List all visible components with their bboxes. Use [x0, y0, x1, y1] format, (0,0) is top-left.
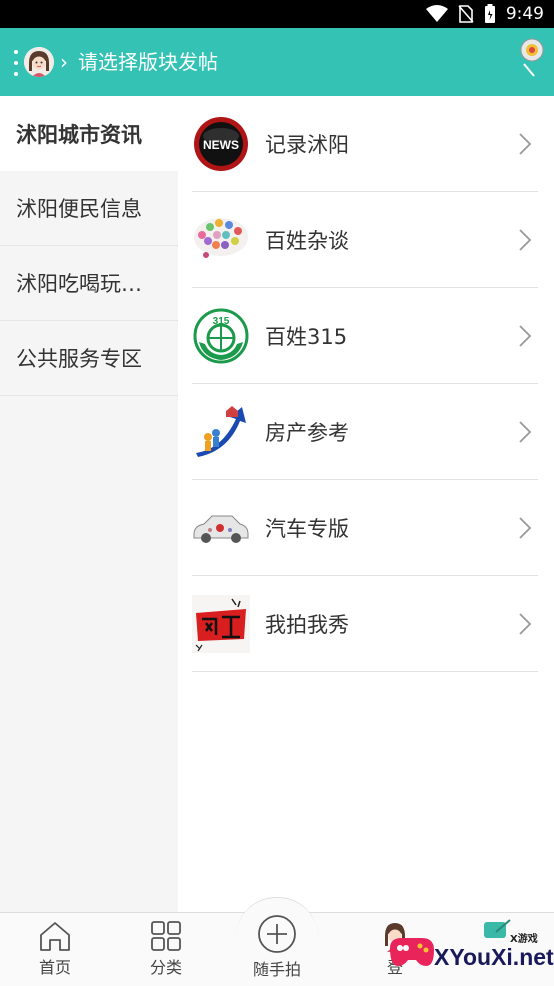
nav-category-label: 分类 — [149, 958, 182, 977]
board-list: NEWS 记录沭阳 百姓杂谈 315 百姓315 房产参考 汽车专版 我拍我秀 — [192, 96, 538, 672]
plus-circle-icon — [258, 915, 296, 953]
chevron-right-icon — [519, 421, 532, 443]
home-icon — [40, 922, 70, 951]
page-title: 请选择版块发帖 — [78, 50, 218, 74]
board-label: 百姓杂谈 — [265, 228, 349, 253]
grid-icon — [151, 921, 181, 951]
nav-snap[interactable]: 随手拍 — [232, 914, 322, 980]
location-pin-icon[interactable] — [518, 38, 546, 78]
nav-snap-label: 随手拍 — [252, 960, 301, 979]
house-arrow-icon — [192, 403, 250, 461]
sidebar-item-food-fun[interactable]: 沭阳吃喝玩… — [0, 246, 178, 321]
board-label: 记录沭阳 — [265, 132, 349, 157]
news-icon: NEWS — [192, 115, 250, 173]
watermark: X游戏 XYouXi.net — [386, 918, 554, 978]
sidebar-item-label: 沭阳吃喝玩… — [16, 272, 142, 296]
board-row-real-estate[interactable]: 房产参考 — [192, 384, 538, 480]
board-label: 汽车专版 — [265, 516, 349, 541]
sidebar-item-city-news[interactable]: 沭阳城市资讯 — [0, 96, 178, 171]
category-sidebar: 沭阳城市资讯 沭阳便民信息 沭阳吃喝玩… 公共服务专区 — [0, 96, 178, 913]
speech-bubble-icon — [192, 211, 250, 269]
board-label: 我拍我秀 — [265, 612, 349, 637]
wanghong-icon — [192, 594, 250, 653]
gamepad-logo-icon — [390, 938, 434, 966]
board-row-people-315[interactable]: 315 百姓315 — [192, 288, 538, 384]
board-row-auto[interactable]: 汽车专版 — [192, 480, 538, 576]
chevron-right-icon — [519, 517, 532, 539]
consumer-315-icon: 315 — [192, 307, 250, 365]
wifi-icon — [425, 5, 448, 22]
menu-dots-icon[interactable] — [14, 50, 20, 76]
sidebar-item-label: 公共服务专区 — [16, 347, 142, 371]
board-row-record-shuyang[interactable]: NEWS 记录沭阳 — [192, 96, 538, 192]
svg-text:315: 315 — [213, 316, 230, 327]
avatar[interactable] — [24, 47, 54, 77]
pencil-icon — [484, 919, 511, 938]
svg-text:NEWS: NEWS — [203, 138, 239, 152]
app-header: › 请选择版块发帖 — [0, 28, 554, 96]
car-icon — [192, 499, 250, 557]
sidebar-item-label: 沭阳便民信息 — [16, 197, 142, 221]
chevron-right-icon — [519, 325, 532, 347]
watermark-text: XYouXi.net — [434, 944, 554, 970]
chevron-right-icon — [519, 229, 532, 251]
board-label: 房产参考 — [265, 420, 349, 445]
board-label: 百姓315 — [265, 324, 348, 349]
board-row-people-chat[interactable]: 百姓杂谈 — [192, 192, 538, 288]
nav-category[interactable]: 分类 — [121, 920, 211, 978]
no-sim-icon — [458, 5, 474, 23]
clock: 9:49 — [505, 4, 544, 24]
sidebar-item-public-service[interactable]: 公共服务专区 — [0, 321, 178, 396]
sidebar-item-convenience-info[interactable]: 沭阳便民信息 — [0, 171, 178, 246]
status-bar: 9:49 — [0, 0, 554, 28]
board-row-my-photos[interactable]: 我拍我秀 — [192, 576, 538, 672]
nav-home[interactable]: 首页 — [10, 920, 100, 978]
sidebar-item-label: 沭阳城市资讯 — [16, 122, 142, 147]
nav-home-label: 首页 — [38, 958, 71, 977]
chevron-right-icon: › — [60, 50, 68, 74]
chevron-right-icon — [519, 133, 532, 155]
battery-icon — [484, 4, 495, 23]
watermark-small-text: X游戏 — [510, 934, 538, 945]
chevron-right-icon — [519, 613, 532, 635]
